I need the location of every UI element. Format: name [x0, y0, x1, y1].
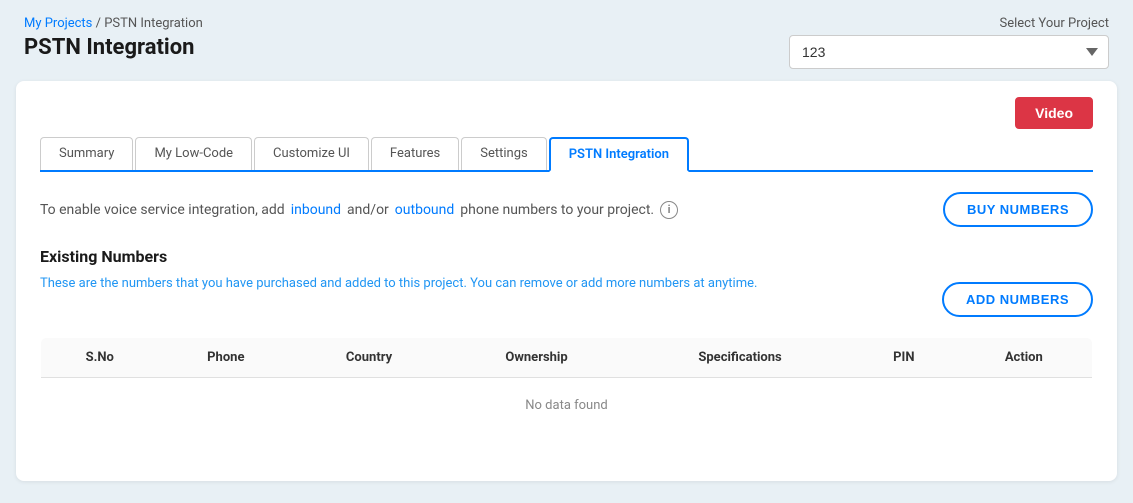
existing-numbers-section: These are the numbers that you have purc…: [40, 274, 1093, 317]
col-specifications: Specifications: [628, 338, 852, 378]
voice-info-text: To enable voice service integration, add…: [40, 201, 678, 219]
voice-info-row: To enable voice service integration, add…: [40, 192, 1093, 227]
tab-settings[interactable]: Settings: [461, 137, 546, 170]
breadcrumb-link[interactable]: My Projects: [24, 16, 92, 31]
project-select[interactable]: 123: [789, 35, 1109, 69]
no-data-cell: No data found: [41, 378, 1093, 434]
project-selector: Select Your Project 123: [789, 16, 1109, 69]
project-selector-label: Select Your Project: [999, 16, 1109, 31]
tab-customize-ui[interactable]: Customize UI: [254, 137, 369, 170]
tab-pstn-integration[interactable]: PSTN Integration: [549, 137, 689, 172]
col-ownership: Ownership: [445, 338, 628, 378]
tabs-bar: Summary My Low-Code Customize UI Feature…: [40, 137, 1093, 172]
voice-info-outbound-link[interactable]: outbound: [395, 202, 454, 218]
video-btn-row: Video: [40, 97, 1093, 129]
buy-numbers-button[interactable]: BUY NUMBERS: [943, 192, 1093, 227]
voice-info-inbound-link[interactable]: inbound: [291, 202, 341, 218]
col-phone: Phone: [159, 338, 294, 378]
info-icon[interactable]: i: [660, 201, 678, 219]
content-card: Video Summary My Low-Code Customize UI F…: [16, 81, 1117, 481]
tab-my-low-code[interactable]: My Low-Code: [135, 137, 252, 170]
breadcrumb-current: PSTN Integration: [104, 16, 203, 31]
col-action: Action: [956, 338, 1093, 378]
existing-numbers-title: Existing Numbers: [40, 247, 1093, 266]
col-country: Country: [293, 338, 445, 378]
video-button[interactable]: Video: [1015, 97, 1093, 129]
numbers-table: S.No Phone Country Ownership Specificati…: [40, 337, 1093, 434]
table-row-no-data: No data found: [41, 378, 1093, 434]
voice-info-mid2: phone numbers to your project.: [460, 202, 654, 218]
add-numbers-button[interactable]: ADD NUMBERS: [942, 282, 1093, 317]
page-title: PSTN Integration: [24, 35, 203, 60]
breadcrumb: My Projects / PSTN Integration: [24, 16, 203, 31]
col-pin: PIN: [852, 338, 956, 378]
voice-info-mid1: and/or: [347, 202, 389, 218]
tab-summary[interactable]: Summary: [40, 137, 133, 170]
table-header-row: S.No Phone Country Ownership Specificati…: [41, 338, 1093, 378]
existing-numbers-desc: These are the numbers that you have purc…: [40, 274, 757, 294]
col-sno: S.No: [41, 338, 159, 378]
breadcrumb-separator: /: [92, 16, 104, 31]
voice-info-prefix: To enable voice service integration, add: [40, 202, 285, 218]
tab-features[interactable]: Features: [371, 137, 459, 170]
